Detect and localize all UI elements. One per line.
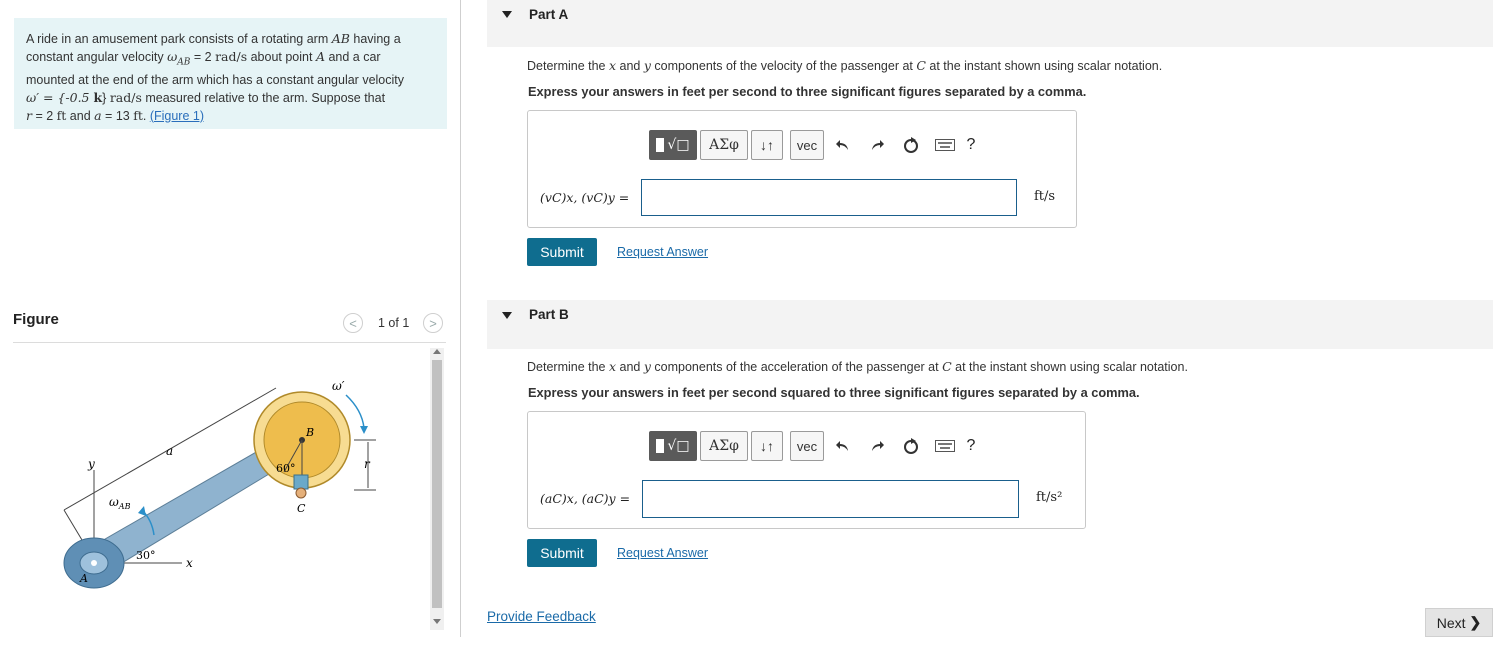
next-figure-button[interactable]: > — [423, 313, 443, 333]
greek-symbols-button[interactable]: ΑΣφ — [700, 431, 748, 461]
reset-icon[interactable] — [899, 130, 923, 160]
part-a-title[interactable]: Part A — [529, 7, 568, 22]
label-c: C — [297, 502, 306, 515]
label-b: B — [305, 426, 314, 439]
help-icon[interactable]: ? — [961, 431, 981, 461]
label-a: a — [166, 444, 173, 458]
part-a-question: Determine the x and y components of the … — [527, 58, 1163, 73]
collapse-caret-icon[interactable] — [502, 312, 512, 319]
figure-title: Figure — [13, 311, 59, 328]
label-angle-60: 60° — [276, 462, 296, 475]
figure-link[interactable]: (Figure 1) — [150, 109, 204, 123]
part-a-header[interactable] — [487, 0, 1493, 47]
part-b-header[interactable] — [487, 300, 1493, 349]
part-a-answer-input[interactable] — [641, 179, 1017, 216]
keyboard-icon[interactable] — [933, 130, 957, 160]
part-b-question: Determine the x and y components of the … — [527, 359, 1188, 374]
label-x: x — [186, 556, 193, 570]
templates-button[interactable]: √□ — [649, 130, 697, 160]
part-a-answer-box: √□ ΑΣφ ↓↑ vec ? (vC)x, (vC)y = ft/s — [527, 110, 1077, 228]
keyboard-icon[interactable] — [933, 431, 957, 461]
math-toolbar: √□ ΑΣφ ↓↑ vec ? — [649, 431, 975, 461]
greek-symbols-button[interactable]: ΑΣφ — [700, 130, 748, 160]
scroll-down-icon[interactable] — [433, 619, 441, 624]
part-a-instruction: Express your answers in feet per second … — [528, 84, 1087, 99]
subscript-superscript-button[interactable]: ↓↑ — [751, 130, 783, 160]
reset-icon[interactable] — [899, 431, 923, 461]
label-r: r — [364, 457, 371, 471]
part-b-title[interactable]: Part B — [529, 307, 569, 322]
undo-icon[interactable] — [831, 431, 855, 461]
help-icon[interactable]: ? — [961, 130, 981, 160]
part-a-request-answer-link[interactable]: Request Answer — [617, 245, 708, 259]
figure-diagram: y x a r B C A ω′ ωAB 30° 60° — [63, 379, 376, 589]
figure-pager: 1 of 1 — [378, 316, 410, 330]
math-toolbar: √□ ΑΣφ ↓↑ vec ? — [649, 130, 975, 160]
provide-feedback-link[interactable]: Provide Feedback — [487, 609, 596, 624]
part-a-submit-button[interactable]: Submit — [527, 238, 597, 266]
panel-divider — [460, 0, 461, 637]
collapse-caret-icon[interactable] — [502, 11, 512, 18]
redo-icon[interactable] — [865, 130, 889, 160]
part-b-submit-button[interactable]: Submit — [527, 539, 597, 567]
part-b-answer-box: √□ ΑΣφ ↓↑ vec ? (aC)x, (aC)y = ft/s² — [527, 411, 1086, 529]
vector-button[interactable]: vec — [790, 130, 824, 160]
label-y: y — [87, 457, 95, 471]
label-angle-30: 30° — [136, 549, 156, 562]
figure-scroll-thumb[interactable] — [432, 360, 442, 608]
part-b-request-answer-link[interactable]: Request Answer — [617, 546, 708, 560]
prev-figure-button[interactable]: < — [343, 313, 363, 333]
part-b-answer-input[interactable] — [642, 480, 1019, 518]
part-b-unit: ft/s² — [1036, 490, 1063, 505]
templates-button[interactable]: √□ — [649, 431, 697, 461]
figure-divider — [13, 342, 446, 343]
part-b-input-label: (aC)x, (aC)y = — [540, 491, 631, 506]
redo-icon[interactable] — [865, 431, 889, 461]
part-a-input-label: (vC)x, (vC)y = — [540, 190, 630, 205]
part-b-instruction: Express your answers in feet per second … — [528, 385, 1140, 400]
chevron-right-icon: ❯ — [1469, 614, 1482, 630]
next-label: Next — [1436, 614, 1466, 631]
scroll-up-icon[interactable] — [433, 349, 441, 354]
label-a-point: A — [79, 572, 88, 585]
next-button[interactable]: Next ❯ — [1425, 608, 1493, 637]
undo-icon[interactable] — [831, 130, 855, 160]
problem-statement: A ride in an amusement park consists of … — [14, 18, 447, 129]
label-omega-prime: ω′ — [332, 379, 345, 393]
part-a-unit: ft/s — [1034, 189, 1056, 204]
vector-button[interactable]: vec — [790, 431, 824, 461]
label-omega-ab: ωAB — [109, 495, 131, 511]
subscript-superscript-button[interactable]: ↓↑ — [751, 431, 783, 461]
